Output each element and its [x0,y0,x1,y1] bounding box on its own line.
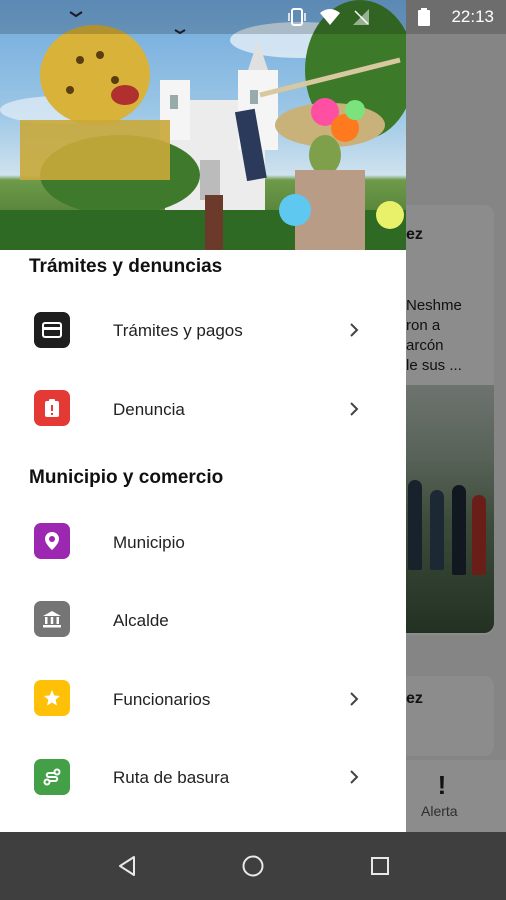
home-button[interactable] [237,850,269,882]
vibrate-icon [288,8,306,26]
section-title-tramites: Trámites y denuncias [29,256,223,277]
menu-item-denuncia[interactable]: Denuncia [0,369,406,447]
chevron-right-icon [350,770,359,784]
battery-icon [418,8,430,26]
location-pin-icon [34,523,70,559]
chevron-right-icon [350,692,359,706]
menu-item-funcionarios[interactable]: Funcionarios [0,658,406,736]
menu-item-label: Municipio [113,533,185,552]
clipboard-alert-icon [34,390,70,426]
navigation-drawer: Trámites y denuncias Trámites y pagos De… [0,0,406,832]
star-icon [34,680,70,716]
menu-item-label: Alcalde [113,611,169,630]
back-button[interactable] [111,850,143,882]
section-title-municipio: Municipio y comercio [29,467,224,488]
menu-item-label: Denuncia [113,400,185,419]
menu-item-ruta-de-basura[interactable]: Ruta de basura [0,737,406,815]
card-icon [34,312,70,348]
recents-square-icon [371,857,389,875]
system-nav-bar [0,832,506,900]
menu-item-label: Trámites y pagos [113,321,243,340]
status-clock: 22:13 [451,7,494,26]
drawer-header-image [0,0,406,250]
status-bar: 22:13 [0,0,506,34]
menu-item-municipio[interactable]: Municipio [0,502,406,580]
wifi-icon [320,9,340,25]
bank-icon [34,601,70,637]
chevron-right-icon [350,402,359,416]
route-icon [34,759,70,795]
menu-item-label: Ruta de basura [113,768,230,787]
recents-button[interactable] [364,850,396,882]
menu-item-alcalde[interactable]: Alcalde [0,580,406,658]
menu-item-tramites-y-pagos[interactable]: Trámites y pagos [0,291,406,369]
chevron-right-icon [350,323,359,337]
no-signal-icon [353,9,369,25]
menu-item-label: Funcionarios [113,690,211,709]
back-triangle-icon [119,856,135,876]
home-circle-icon [242,855,264,877]
